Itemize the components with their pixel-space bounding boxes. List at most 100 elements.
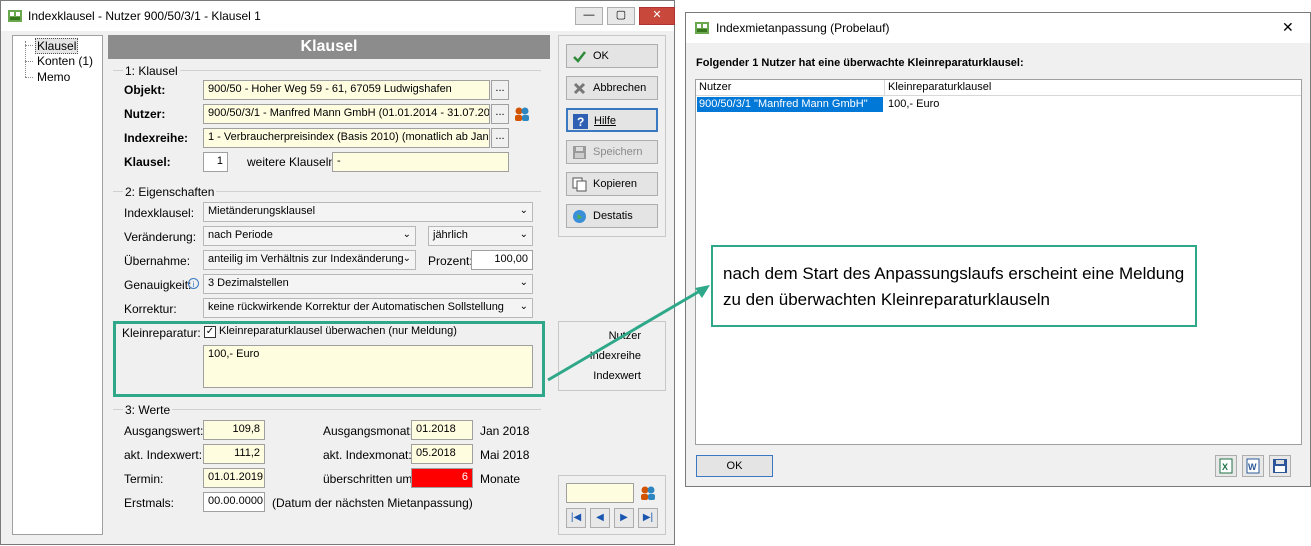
korrektur-select[interactable]: keine rückwirkende Korrektur der Automat…: [203, 298, 533, 318]
title-bar: Indexklausel - Nutzer 900/50/3/1 - Klaus…: [1, 1, 675, 31]
section-title-eigenschaften: 2: Eigenschaften: [123, 185, 217, 199]
main-window: Indexklausel - Nutzer 900/50/3/1 - Klaus…: [0, 0, 675, 545]
uebernahme-select[interactable]: anteilig im Verhältnis zur Indexänderung…: [203, 250, 416, 270]
kleinreparatur-checkbox[interactable]: ✓: [204, 326, 216, 338]
speichern-button[interactable]: Speichern: [566, 140, 658, 164]
prozent-field[interactable]: 100,00: [471, 250, 533, 270]
ausgangswert-label: Ausgangswert:: [124, 424, 204, 438]
app-icon: [694, 20, 710, 36]
hilfe-label: Hilfe: [594, 115, 617, 127]
kleinreparatur-textarea[interactable]: 100,- Euro: [203, 345, 533, 388]
ausgangswert-field[interactable]: 109,8: [203, 420, 265, 440]
nutzer-lookup-button[interactable]: ...: [491, 104, 509, 124]
prozent-label: Prozent:: [428, 254, 473, 268]
dialog-title: Indexmietanpassung (Probelauf): [716, 21, 890, 35]
next-record-button[interactable]: ▶: [614, 508, 634, 528]
excel-icon[interactable]: X: [1215, 455, 1237, 477]
kopieren-label: Kopieren: [593, 178, 638, 190]
termin-field[interactable]: 01.01.2019: [203, 468, 265, 488]
indexklausel-label: Indexklausel:: [124, 206, 195, 220]
indexklausel-select[interactable]: Mietänderungsklausel ⌄: [203, 202, 533, 222]
veraenderung-value: nach Periode: [208, 229, 273, 241]
akt-indexwert-field[interactable]: 111,2: [203, 444, 265, 464]
tree-item-memo[interactable]: Memo: [37, 70, 70, 84]
person-lookup-icon[interactable]: [639, 484, 657, 502]
nutzer-field[interactable]: 900/50/3/1 - Manfred Mann GmbH (01.01.20…: [203, 104, 490, 124]
column-header-nutzer[interactable]: Nutzer: [699, 81, 731, 93]
tree-item-konten[interactable]: Konten (1): [37, 54, 93, 68]
callout-text: nach dem Start des Anpassungslaufs ersch…: [723, 264, 1185, 309]
ausgangsmonat-label: Ausgangsmonat:: [323, 424, 414, 438]
chevron-down-icon: ⌄: [519, 205, 528, 216]
ueberschritten-field[interactable]: 6: [411, 468, 473, 488]
objekt-lookup-button[interactable]: ...: [491, 80, 509, 100]
ausgangsmonat-field[interactable]: 01.2018: [411, 420, 473, 440]
objekt-label: Objekt:: [124, 83, 166, 97]
column-divider: [884, 80, 885, 95]
kopieren-button[interactable]: Kopieren: [566, 172, 658, 196]
uebernahme-value: anteilig im Verhältnis zur Indexänderung: [208, 253, 404, 265]
destatis-button[interactable]: Destatis: [566, 204, 658, 228]
svg-text:W: W: [1248, 462, 1257, 472]
svg-text:?: ?: [577, 115, 584, 129]
chevron-down-icon: ⌄: [402, 229, 411, 240]
column-header-kleinreparatur[interactable]: Kleinreparaturklausel: [888, 81, 991, 93]
svg-text:X: X: [1222, 462, 1228, 472]
check-icon: [572, 49, 587, 64]
klausel-label: Klausel:: [124, 155, 171, 169]
list-header: Nutzer Kleinreparaturklausel: [696, 80, 1301, 96]
info-icon[interactable]: i: [188, 278, 199, 289]
period-select[interactable]: jährlich ⌄: [428, 226, 533, 246]
first-record-button[interactable]: |◀: [566, 508, 586, 528]
indexreihe-lookup-button[interactable]: ...: [491, 128, 509, 148]
tree-item-klausel[interactable]: Klausel: [35, 38, 79, 54]
abbrechen-button[interactable]: Abbrechen: [566, 76, 658, 100]
termin-label: Termin:: [124, 472, 164, 486]
tree-line: [25, 41, 27, 77]
ok-label: OK: [593, 50, 609, 62]
copy-icon: [572, 177, 587, 192]
table-row[interactable]: 900/50/3/1 "Manfred Mann GmbH" 100,- Eur…: [696, 97, 1301, 112]
speichern-label: Speichern: [593, 146, 643, 158]
nutzer-label: Nutzer:: [124, 107, 166, 121]
ok-button[interactable]: OK: [566, 44, 658, 68]
indexreihe-label: Indexreihe:: [124, 131, 189, 145]
indexreihe-field[interactable]: 1 - Verbraucherpreisindex (Basis 2010) (…: [203, 128, 490, 148]
akt-indexmonat-field[interactable]: 05.2018: [411, 444, 473, 464]
minimize-button[interactable]: —: [575, 7, 603, 25]
previous-record-button[interactable]: ◀: [590, 508, 610, 528]
search-field[interactable]: [566, 483, 634, 503]
weitere-klauseln-field[interactable]: -: [332, 152, 509, 172]
tree-line: [25, 77, 33, 78]
chevron-down-icon: ⌄: [402, 253, 411, 264]
tree-line: [25, 61, 33, 62]
close-button[interactable]: ✕: [639, 7, 675, 25]
word-icon[interactable]: W: [1242, 455, 1264, 477]
row-nutzer-cell: 900/50/3/1 "Manfred Mann GmbH": [697, 97, 883, 112]
hilfe-button[interactable]: ? Hilfe: [566, 108, 658, 132]
veraenderung-label: Veränderung:: [124, 230, 197, 244]
last-record-button[interactable]: ▶|: [638, 508, 658, 528]
dialog-close-button[interactable]: ✕: [1282, 19, 1294, 36]
chevron-down-icon: ⌄: [519, 277, 528, 288]
save-icon[interactable]: [1269, 455, 1291, 477]
korrektur-label: Korrektur:: [124, 302, 177, 316]
ueberschritten-label: überschritten um:: [323, 472, 416, 486]
genauigkeit-select[interactable]: 3 Dezimalstellen ⌄: [203, 274, 533, 294]
erstmals-label: Erstmals:: [124, 496, 175, 510]
person-lookup-icon[interactable]: [513, 105, 531, 123]
navigation-tree: Klausel Konten (1) Memo: [12, 35, 103, 535]
genauigkeit-label: Genauigkeit:: [124, 278, 192, 292]
klausel-number-field[interactable]: 1: [203, 152, 228, 172]
section-title-werte: 3: Werte: [123, 403, 173, 417]
dialog-ok-button[interactable]: OK: [696, 455, 773, 477]
erstmals-note: (Datum der nächsten Mietanpassung): [272, 496, 473, 510]
maximize-button[interactable]: ▢: [607, 7, 635, 25]
abbrechen-label: Abbrechen: [593, 82, 647, 94]
erstmals-field[interactable]: 00.00.0000: [203, 492, 265, 512]
veraenderung-select[interactable]: nach Periode ⌄: [203, 226, 416, 246]
objekt-field[interactable]: 900/50 - Hoher Weg 59 - 61, 67059 Ludwig…: [203, 80, 490, 100]
callout-box: nach dem Start des Anpassungslaufs ersch…: [711, 245, 1197, 327]
period-value: jährlich: [433, 229, 468, 241]
akt-indexmonat-text: Mai 2018: [480, 448, 530, 462]
